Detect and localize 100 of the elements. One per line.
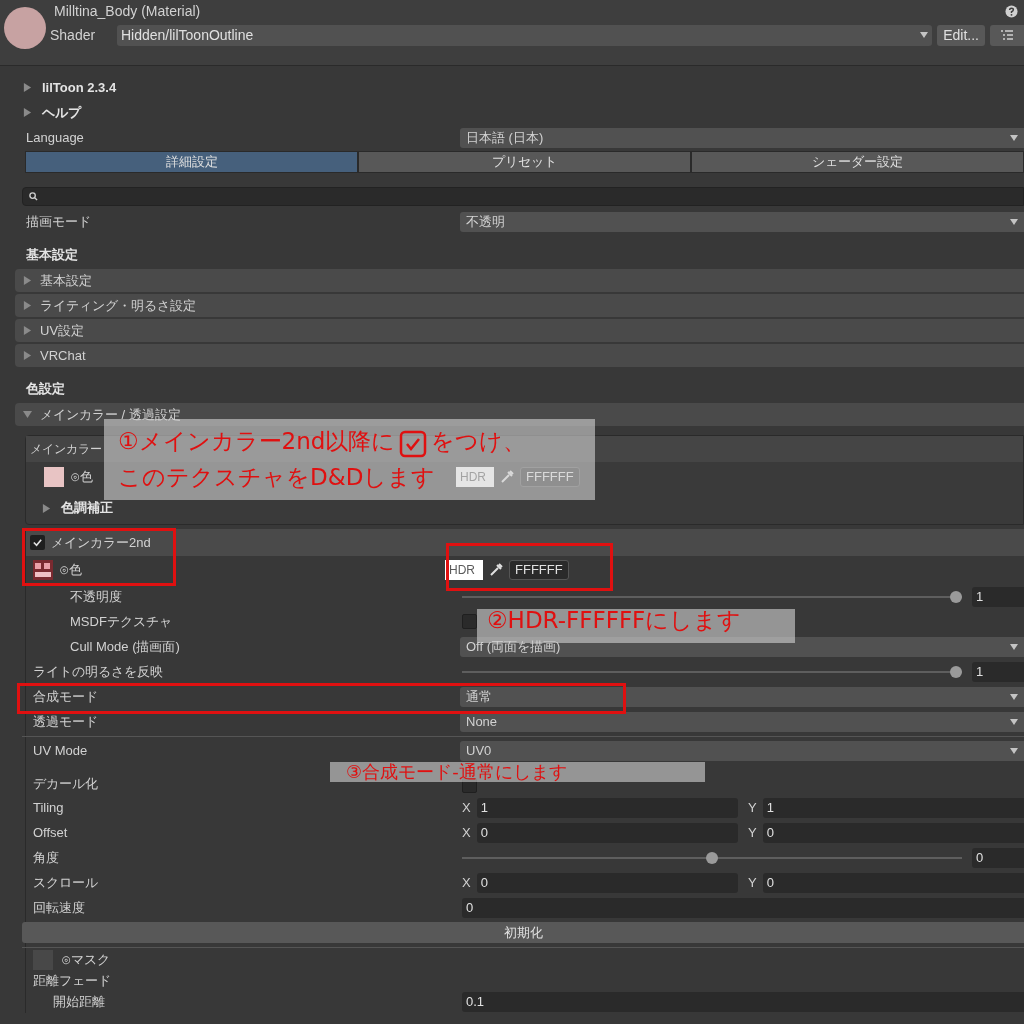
texture-thumbnail[interactable] <box>33 560 53 580</box>
number-field[interactable]: 1 <box>972 586 1024 607</box>
axis-label: X <box>462 873 471 892</box>
tab[interactable]: シェーダー設定 <box>691 151 1024 173</box>
color-swatch[interactable] <box>44 467 64 487</box>
foldout-label[interactable]: 色調補正 <box>61 498 113 518</box>
checkbox[interactable] <box>30 535 45 550</box>
field-label: ⊙マスク <box>61 951 110 970</box>
checkbox[interactable] <box>462 778 477 793</box>
axis-label: Y <box>748 798 757 817</box>
checkbox[interactable] <box>462 614 477 629</box>
number-field[interactable]: 1 <box>972 661 1024 682</box>
search-icon <box>29 192 38 201</box>
field-label: ⊙色 <box>59 561 82 580</box>
foldout-bar[interactable]: VRChat <box>15 344 1024 367</box>
slider-track[interactable] <box>462 590 962 603</box>
annotation-text: このテクスチャをD&Dします <box>118 466 436 489</box>
reset-button[interactable]: 初期化 <box>22 922 1024 943</box>
tab[interactable]: プリセット <box>358 151 691 173</box>
edit-button[interactable]: Edit... <box>937 24 985 46</box>
field-label: Language <box>26 128 84 147</box>
number-field[interactable]: 0 <box>972 847 1024 868</box>
checkbox-icon <box>399 430 428 458</box>
tab[interactable]: 詳細設定 <box>25 151 358 173</box>
collapsed-triangle-icon[interactable] <box>23 276 32 285</box>
axis-label: X <box>462 823 471 842</box>
field-label: 不透明度 <box>70 587 122 606</box>
field-label: UV Mode <box>33 741 88 760</box>
number-field[interactable]: 0 <box>476 822 738 843</box>
field-label: MSDFテクスチャ <box>70 612 172 631</box>
dropdown[interactable]: Off (両面を描画) <box>460 636 1024 657</box>
field-label: ライトの明るさを反映 <box>33 662 163 681</box>
material-preview <box>4 6 46 49</box>
collapsed-triangle-icon[interactable] <box>23 351 32 360</box>
caret-icon <box>1010 134 1018 141</box>
foldout-bar[interactable]: UV設定 <box>15 319 1024 342</box>
slider-thumb[interactable] <box>950 665 962 678</box>
checkmark-icon <box>32 537 43 548</box>
caret-icon <box>1010 643 1018 650</box>
collapsed-triangle-icon[interactable] <box>42 503 51 513</box>
number-field[interactable]: 0 <box>462 897 1024 918</box>
field-label: Offset <box>33 823 68 842</box>
annotation-text: ①メインカラー2nd以降に <box>118 430 396 453</box>
caret-icon <box>1010 718 1018 725</box>
caret-icon <box>1010 693 1018 700</box>
foldout-bar[interactable]: ライティング・明るさ設定 <box>15 294 1024 317</box>
field-label: デカール化 <box>33 774 98 793</box>
collapsed-triangle-icon[interactable] <box>23 108 32 117</box>
slider-track[interactable] <box>462 851 962 864</box>
number-field[interactable]: 0.1 <box>462 992 1024 1012</box>
dropdown[interactable]: None <box>460 711 1024 732</box>
annotation-tooltip: ③合成モード-通常にします <box>330 762 705 782</box>
field-label: Tiling <box>33 798 64 817</box>
hex-field[interactable]: FFFFFF <box>509 560 569 580</box>
field-label: ⊙色 <box>70 468 93 487</box>
field-label: 透過モード <box>33 712 98 731</box>
slider-thumb[interactable] <box>706 851 718 864</box>
field-label: 描画モード <box>26 212 91 231</box>
number-field[interactable]: 0 <box>476 872 738 893</box>
list-button[interactable] <box>990 24 1024 46</box>
collapsed-triangle-icon[interactable] <box>23 83 32 92</box>
help-icon[interactable] <box>1005 4 1018 18</box>
field-label: 距離フェード <box>33 972 111 991</box>
axis-label: Y <box>748 873 757 892</box>
number-field[interactable]: 1 <box>762 797 1024 818</box>
field-label: Cull Mode (描画面) <box>70 637 180 656</box>
window-title: Milltina_Body (Material) <box>54 1 201 21</box>
axis-label: Y <box>748 823 757 842</box>
list-icon <box>1001 30 1013 40</box>
number-field[interactable]: 0 <box>762 872 1024 893</box>
shader-label: Shader <box>50 25 97 45</box>
hdr-color-field[interactable]: HDR <box>445 560 483 580</box>
number-field[interactable]: 0 <box>762 822 1024 843</box>
dropdown[interactable]: 日本語 (日本) <box>460 127 1024 148</box>
dropdown[interactable]: UV0 <box>460 740 1024 761</box>
foldout-bar[interactable]: 基本設定 <box>15 269 1024 292</box>
annotation-text: をつけ、 <box>431 430 527 453</box>
caret-icon <box>1010 747 1018 754</box>
section-bar[interactable]: メインカラー2nd <box>26 529 1024 556</box>
collapsed-triangle-icon[interactable] <box>23 301 32 310</box>
section-heading: 基本設定 <box>26 245 78 264</box>
shader-dropdown[interactable]: Hidden/lilToonOutline <box>117 24 933 46</box>
foldout-label[interactable]: ヘルプ <box>42 102 81 123</box>
foldout-bar[interactable]: メインカラー / 透過設定 <box>15 403 1024 426</box>
field-label: 角度 <box>33 848 59 867</box>
dropdown[interactable]: 通常 <box>460 686 1024 707</box>
field-label: 開始距離 <box>53 993 105 1012</box>
slider-thumb[interactable] <box>950 590 962 603</box>
field-label: スクロール <box>33 873 98 892</box>
foldout-label[interactable]: lilToon 2.3.4 <box>42 77 117 98</box>
field-label: 合成モード <box>33 687 98 706</box>
panel-title: メインカラー <box>30 441 102 458</box>
collapsed-triangle-icon[interactable] <box>23 326 32 335</box>
dropdown[interactable]: 不透明 <box>460 211 1024 232</box>
number-field[interactable]: 1 <box>476 797 738 818</box>
expanded-triangle-icon[interactable] <box>23 410 32 419</box>
slider-track[interactable] <box>462 665 962 678</box>
section-heading: 色設定 <box>26 379 65 398</box>
caret-icon <box>1010 218 1018 225</box>
search-field[interactable] <box>22 187 1024 206</box>
